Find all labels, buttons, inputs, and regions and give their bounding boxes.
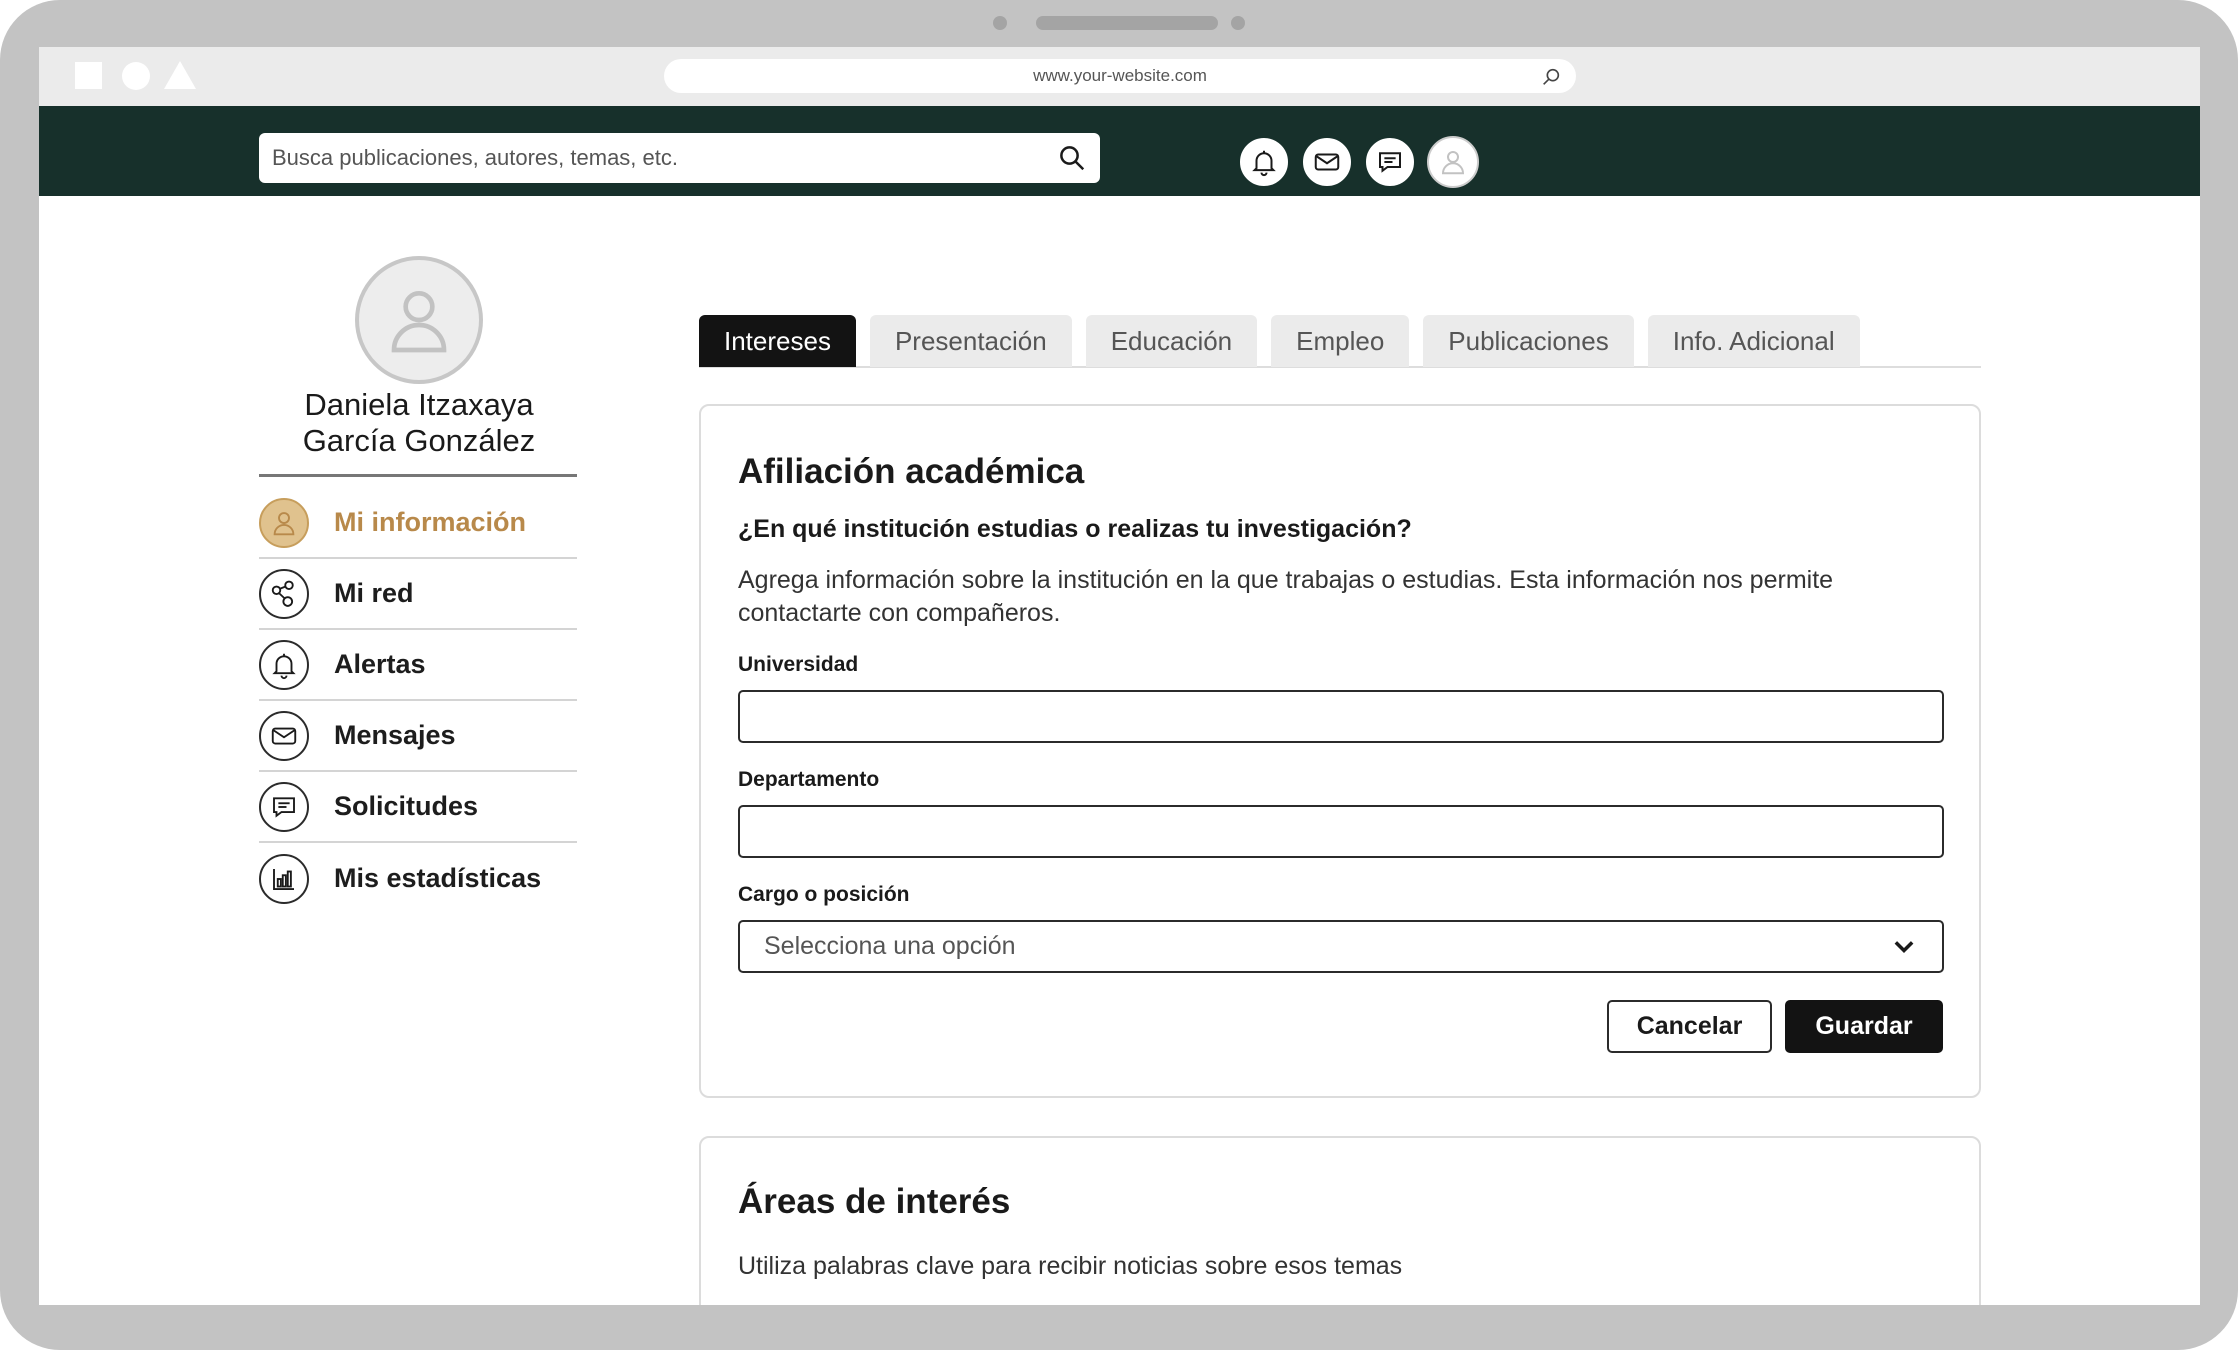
position-select[interactable]: Selecciona una opción: [738, 920, 1944, 973]
sidebar-item-label: Mi red: [334, 578, 414, 608]
university-label: Universidad: [738, 653, 859, 676]
sidebar-item-label: Mis estadísticas: [334, 863, 542, 893]
affiliation-card: Afiliación académica ¿En qué institución…: [699, 404, 1981, 1098]
square-shape-icon: [75, 62, 102, 89]
sidebar-item-label: Solicitudes: [334, 791, 479, 821]
mail-icon: [259, 710, 309, 761]
card-title: Afiliación académica: [738, 452, 1085, 491]
tab-intereses[interactable]: Intereses: [699, 315, 856, 367]
sidebar-item-mi-red[interactable]: Mi red: [259, 559, 577, 630]
bar-chart-icon: [259, 853, 309, 904]
requests-button[interactable]: [1364, 136, 1416, 188]
save-button[interactable]: Guardar: [1785, 1000, 1943, 1053]
device-frame: www.your-website.com Busca publicaciones…: [0, 0, 2238, 1350]
card-description: Agrega información sobre la institución …: [738, 566, 1834, 627]
search-icon[interactable]: [1540, 66, 1562, 88]
search-box: [259, 133, 1100, 183]
tab-presentacion[interactable]: Presentación: [869, 315, 1072, 367]
chat-icon: [1379, 152, 1401, 173]
university-field[interactable]: [738, 690, 1944, 743]
tab-info-adicional[interactable]: Info. Adicional: [1647, 315, 1860, 367]
card-description: Utiliza palabras clave para recibir noti…: [738, 1252, 1403, 1280]
interests-card: Áreas de interés Utiliza palabras clave …: [699, 1136, 1981, 1305]
sidebar-item-label: Mensajes: [334, 720, 456, 750]
card-title: Áreas de interés: [738, 1182, 1011, 1221]
tab-educacion[interactable]: Educación: [1085, 315, 1258, 367]
profile-name-line1: Daniela Itzaxaya: [304, 387, 534, 422]
user-avatar-icon: [1441, 151, 1465, 175]
messages-button[interactable]: [1301, 136, 1353, 188]
sidebar-item-alertas[interactable]: Alertas: [259, 630, 577, 701]
chat-icon: [259, 781, 309, 832]
notifications-button[interactable]: [1238, 136, 1290, 188]
profile-name: Daniela Itzaxaya García González: [259, 387, 579, 459]
sidebar-item-mi-informacion[interactable]: Mi información: [259, 488, 577, 559]
department-label: Departamento: [738, 768, 880, 791]
address-bar[interactable]: www.your-website.com: [664, 59, 1576, 93]
network-icon: [259, 568, 309, 619]
sidebar-item-label: Mi información: [334, 507, 527, 537]
bell-icon: [259, 639, 309, 690]
camera-dot: [1231, 16, 1245, 30]
speaker-grille: [1036, 16, 1218, 30]
profile-name-line2: García González: [302, 423, 536, 458]
search-input[interactable]: [272, 145, 1057, 171]
position-label: Cargo o posición: [738, 883, 910, 906]
tab-empleo[interactable]: Empleo: [1271, 315, 1410, 367]
department-field[interactable]: [738, 805, 1944, 858]
triangle-shape-icon: [164, 61, 196, 89]
profile-avatar[interactable]: [355, 256, 483, 384]
sidebar-item-mensajes[interactable]: Mensajes: [259, 701, 577, 772]
circle-shape-icon: [122, 62, 150, 90]
cancel-button[interactable]: Cancelar: [1607, 1000, 1772, 1053]
user-avatar-button[interactable]: [1427, 136, 1479, 188]
app-header: [39, 106, 2200, 196]
bell-icon: [1252, 150, 1276, 177]
url-text: www.your-website.com: [1033, 66, 1207, 85]
browser-bar: www.your-website.com: [39, 47, 2200, 106]
camera-dot: [993, 16, 1007, 30]
card-question: ¿En qué institución estudias o realizas …: [738, 515, 1412, 543]
user-icon: [259, 497, 309, 548]
user-avatar-icon: [391, 291, 447, 353]
tab-publicaciones[interactable]: Publicaciones: [1423, 315, 1634, 367]
profile-tabs: Intereses Presentación Educación Empleo …: [699, 315, 1981, 368]
sidebar-item-mis-estadisticas[interactable]: Mis estadísticas: [259, 843, 577, 914]
search-icon[interactable]: [1057, 143, 1087, 173]
screen: www.your-website.com Busca publicaciones…: [39, 47, 2200, 1305]
divider: [259, 474, 577, 477]
sidebar-nav: Mi información Mi red Alertas Mensajes S…: [259, 488, 577, 914]
position-select-value: Selecciona una opción: [764, 932, 1016, 960]
mail-icon: [1314, 153, 1340, 171]
sidebar-item-label: Alertas: [334, 649, 426, 679]
sidebar-item-solicitudes[interactable]: Solicitudes: [259, 772, 577, 843]
chevron-down-icon: [1894, 940, 1914, 953]
